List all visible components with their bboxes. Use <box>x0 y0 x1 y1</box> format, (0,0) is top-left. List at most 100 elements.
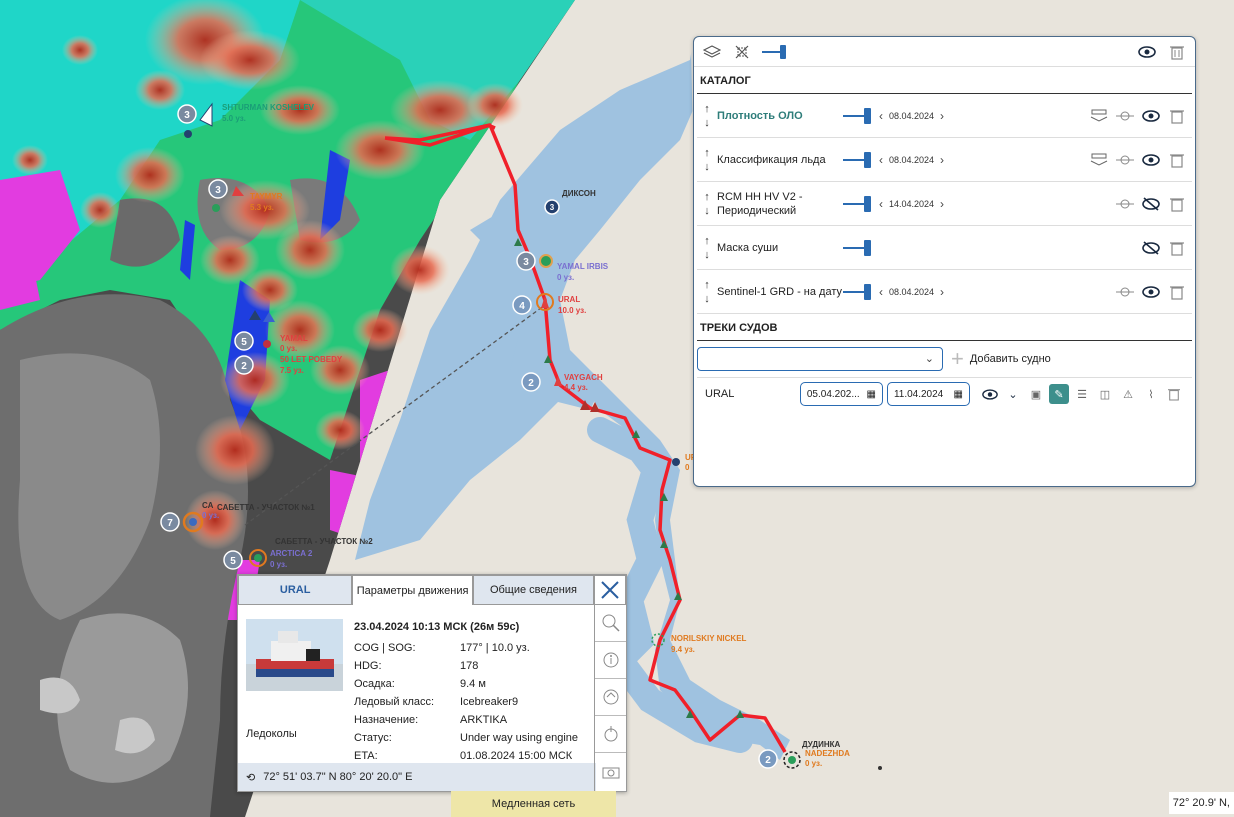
param-row: COG | SOG: 177° | 10.0 уз. <box>354 642 530 654</box>
ship-speed: 7.5 уз. <box>280 366 304 375</box>
layer-opacity-slider[interactable] <box>843 151 871 168</box>
ship-marker[interactable] <box>539 254 553 268</box>
eye-off-icon[interactable] <box>1142 195 1160 213</box>
vessel-name: URAL <box>705 388 735 400</box>
trash-icon[interactable] <box>1168 107 1186 125</box>
zoom-to-layer-icon[interactable] <box>1116 151 1134 169</box>
param-row: Назначение: ARKTIKA <box>354 714 508 726</box>
chevron-left-icon[interactable]: ‹ <box>879 153 883 167</box>
trash-icon[interactable] <box>1168 195 1186 213</box>
cursor-coordinates: 72° 20.9' N, <box>1168 792 1234 814</box>
camera-icon[interactable] <box>595 753 626 790</box>
reorder-arrows[interactable]: ↑ ↓ <box>697 278 717 306</box>
layer-date-nav: ‹ 08.04.2024 › <box>879 109 969 123</box>
param-row: HDG: 178 <box>354 660 479 672</box>
zoom-to-layer-icon[interactable] <box>1116 283 1134 301</box>
chevron-right-icon[interactable]: › <box>940 285 944 299</box>
ship-marker[interactable] <box>263 340 271 348</box>
chevron-left-icon[interactable]: ‹ <box>879 285 883 299</box>
fit-extent-icon[interactable] <box>732 42 752 62</box>
layer-date: 08.04.2024 <box>889 110 935 121</box>
eye-icon[interactable] <box>1137 42 1157 62</box>
slow-network-notice: Медленная сеть <box>451 791 616 817</box>
eye-icon[interactable] <box>980 384 1000 404</box>
ship-marker[interactable] <box>254 554 262 562</box>
info-side-toolbar <box>594 605 626 793</box>
track-style-icon[interactable]: ✎ <box>1049 384 1069 404</box>
zoom-to-layer-icon[interactable] <box>1116 195 1134 213</box>
trash-icon[interactable] <box>1168 239 1186 257</box>
save-icon[interactable]: ▣ <box>1026 384 1046 404</box>
eye-icon[interactable] <box>1142 283 1160 301</box>
date-to-input[interactable]: 11.04.2024 ▦ <box>886 382 970 406</box>
route-icon[interactable]: ⌇ <box>1141 384 1161 404</box>
layer-date-nav: ‹ 14.04.2024 › <box>879 197 969 211</box>
layer-opacity-slider[interactable] <box>843 107 871 124</box>
chevron-right-icon[interactable]: › <box>940 197 944 211</box>
layer-name[interactable]: Sentinel-1 GRD - на дату <box>717 285 843 299</box>
ship-speed: 5.0 уз. <box>222 114 246 123</box>
date-from-input[interactable]: 05.04.202... ▦ <box>799 382 883 406</box>
opacity-slider[interactable] <box>762 44 786 59</box>
ship-marker[interactable] <box>788 756 796 764</box>
search-zoom-icon[interactable] <box>595 605 626 642</box>
layer-opacity-slider[interactable] <box>843 195 871 212</box>
info-icon[interactable] <box>595 642 626 679</box>
layer-date-nav: ‹ 08.04.2024 › <box>879 285 969 299</box>
camera-icon[interactable]: ◫ <box>1095 384 1115 404</box>
track-history-icon[interactable] <box>595 679 626 716</box>
layers-icon[interactable] <box>702 42 722 62</box>
reorder-arrows[interactable]: ↑ ↓ <box>697 102 717 130</box>
chevron-down-icon[interactable]: ⌄ <box>1003 384 1023 404</box>
tab-vessel-name[interactable]: URAL <box>238 575 353 605</box>
trash-icon[interactable] <box>1167 42 1187 62</box>
port-label: САБЕТТА - УЧАСТОК №2 <box>275 537 373 546</box>
layer-name[interactable]: Плотность ОЛО <box>717 109 843 123</box>
position-footer: ⟲ 72° 51' 03.7" N 80° 20' 20.0" E <box>238 763 596 791</box>
legend-icon[interactable] <box>1090 107 1108 125</box>
add-vessel-button[interactable]: + Добавить судно <box>951 346 1051 371</box>
ship-marker[interactable] <box>184 130 192 138</box>
layer-name[interactable]: RCM HH HV V2 - Периодический <box>717 190 843 218</box>
trash-icon[interactable] <box>1168 283 1186 301</box>
follow-icon[interactable] <box>595 716 626 753</box>
warning-icon[interactable]: ⚠ <box>1118 384 1138 404</box>
trash-icon[interactable] <box>1168 151 1186 169</box>
ship-label: NORILSKIY NICKEL <box>671 634 747 643</box>
layer-opacity-slider[interactable] <box>843 239 871 256</box>
vessel-select[interactable]: ⌄ <box>697 347 943 371</box>
legend-icon[interactable] <box>1090 151 1108 169</box>
zoom-to-layer-icon[interactable] <box>1116 107 1134 125</box>
chevron-left-icon[interactable]: ‹ <box>879 109 883 123</box>
chevron-right-icon[interactable]: › <box>940 109 944 123</box>
tab-motion-params[interactable]: Параметры движения <box>352 575 473 605</box>
layer-name[interactable]: Классификация льда <box>717 153 843 167</box>
eye-off-icon[interactable] <box>1142 239 1160 257</box>
reorder-arrows[interactable]: ↑ ↓ <box>697 146 717 174</box>
layer-name[interactable]: Маска суши <box>717 241 843 255</box>
layer-opacity-slider[interactable] <box>843 283 871 300</box>
chevron-right-icon[interactable]: › <box>940 153 944 167</box>
ship-marker[interactable] <box>212 204 220 212</box>
ship-label: NADEZHDA <box>805 749 850 758</box>
ship-marker[interactable] <box>189 518 197 526</box>
port-label: СА <box>202 501 214 510</box>
trash-icon[interactable] <box>1164 384 1184 404</box>
ship-label: TAYMYR <box>250 192 283 201</box>
tab-general-info[interactable]: Общие сведения <box>472 575 595 605</box>
layer-row: ↑ ↓ Маска суши <box>697 226 1192 270</box>
eye-icon[interactable] <box>1142 107 1160 125</box>
eye-icon[interactable] <box>1142 151 1160 169</box>
layer-date: 14.04.2024 <box>889 198 935 209</box>
layer-date: 08.04.2024 <box>889 154 935 165</box>
refresh-icon[interactable]: ⟲ <box>246 771 255 784</box>
reorder-arrows[interactable]: ↑ ↓ <box>697 234 717 262</box>
ship-photo <box>246 619 343 691</box>
plus-icon: + <box>951 346 964 371</box>
chevron-left-icon[interactable]: ‹ <box>879 197 883 211</box>
document-icon[interactable]: ☰ <box>1072 384 1092 404</box>
cluster-count: 2 <box>528 378 534 389</box>
ship-marker[interactable] <box>672 458 680 466</box>
close-button[interactable] <box>594 575 626 605</box>
reorder-arrows[interactable]: ↑ ↓ <box>697 190 717 218</box>
